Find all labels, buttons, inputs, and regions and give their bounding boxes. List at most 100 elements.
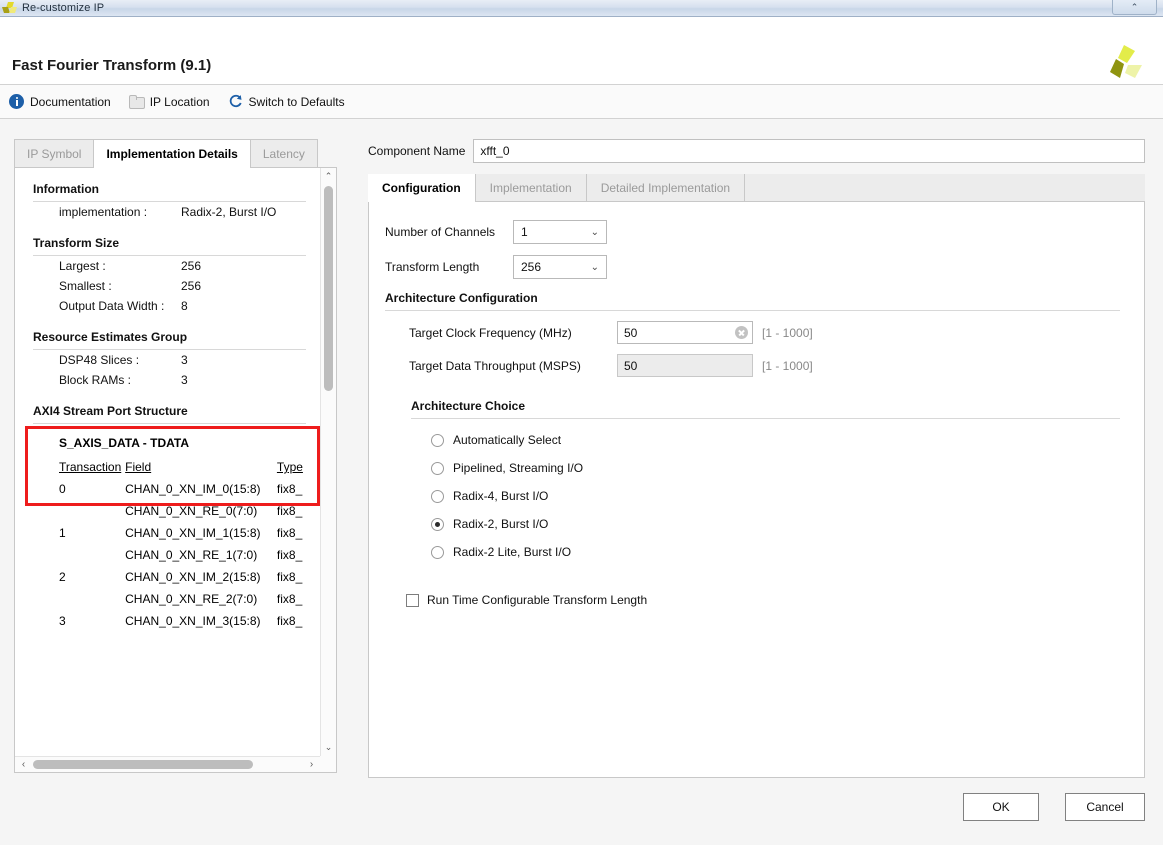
ip-location-button[interactable]: IP Location	[128, 94, 210, 109]
left-panel-body: Information implementation : Radix-2, Bu…	[14, 168, 337, 773]
radio-radix-4-burst-io[interactable]: Radix-4, Burst I/O	[431, 489, 1122, 503]
target-clock-frequency-row: Target Clock Frequency (MHz) 50 [1 - 100…	[385, 321, 1122, 344]
implementation-details-content: Information implementation : Radix-2, Bu…	[15, 168, 320, 632]
scroll-up-arrow-icon[interactable]: ⌃	[321, 169, 336, 184]
switch-to-defaults-label: Switch to Defaults	[248, 94, 345, 109]
architecture-choice-heading: Architecture Choice	[411, 399, 1120, 419]
table-row: CHAN_0_XN_RE_0(7:0) fix8_	[59, 500, 320, 522]
chevron-down-icon: ⌄	[590, 226, 599, 238]
component-name-input[interactable]: xfft_0	[473, 139, 1145, 163]
cell-field: CHAN_0_XN_RE_2(7:0)	[125, 592, 258, 606]
cancel-button[interactable]: Cancel	[1065, 793, 1145, 821]
radio-label: Radix-2 Lite, Burst I/O	[453, 545, 572, 559]
target-clock-frequency-input[interactable]: 50	[617, 321, 753, 344]
tab-implementation[interactable]: Implementation	[475, 174, 587, 201]
cell-transaction: 3	[59, 614, 66, 628]
page-title: Fast Fourier Transform (9.1)	[12, 57, 212, 74]
resource-row-dsp48-slices: DSP48 Slices : 3	[33, 350, 320, 370]
tabstrip-filler	[316, 139, 338, 167]
documentation-button[interactable]: Documentation	[9, 94, 111, 109]
radio-radix-2-lite-burst-io[interactable]: Radix-2 Lite, Burst I/O	[431, 545, 1122, 559]
run-time-configurable-row[interactable]: Run Time Configurable Transform Length	[385, 593, 1122, 607]
target-data-throughput-input: 50	[617, 354, 753, 377]
window-titlebar: Re-customize IP ⌃	[0, 0, 1163, 17]
info-icon	[9, 94, 24, 109]
left-panel: IP Symbol Implementation Details Latency…	[14, 139, 338, 773]
chevron-down-icon: ⌄	[590, 261, 599, 273]
window-title: Re-customize IP	[22, 2, 105, 14]
target-data-throughput-row: Target Data Throughput (MSPS) 50 [1 - 10…	[385, 354, 1122, 377]
ok-button[interactable]: OK	[963, 793, 1039, 821]
info-key: implementation :	[59, 205, 148, 219]
tab-latency[interactable]: Latency	[249, 139, 318, 167]
column-transaction: Transaction	[59, 460, 122, 474]
scroll-left-arrow-icon[interactable]: ‹	[16, 757, 31, 772]
right-tabstrip-filler	[745, 174, 1145, 201]
dsp48-slices-value: 3	[181, 353, 188, 367]
tab-ip-symbol[interactable]: IP Symbol	[14, 139, 95, 167]
radio-automatically-select[interactable]: Automatically Select	[431, 433, 1122, 447]
table-header-row: Transaction Field Type	[59, 458, 320, 478]
axi4-port-structure-heading: AXI4 Stream Port Structure	[33, 404, 306, 424]
info-value: Radix-2, Burst I/O	[181, 205, 277, 219]
radio-label: Radix-4, Burst I/O	[453, 489, 549, 503]
target-clock-frequency-label: Target Clock Frequency (MHz)	[409, 325, 572, 340]
checkbox-icon[interactable]	[406, 593, 419, 607]
transform-length-select[interactable]: 256 ⌄	[513, 255, 607, 279]
cell-transaction: 2	[59, 570, 66, 584]
cell-field: CHAN_0_XN_IM_1(15:8)	[125, 526, 261, 540]
cell-type: fix8_	[276, 592, 303, 606]
scrollbar-corner	[320, 756, 336, 772]
cell-field: CHAN_0_XN_IM_2(15:8)	[125, 570, 261, 584]
switch-to-defaults-button[interactable]: Switch to Defaults	[228, 94, 345, 109]
column-field: Field	[125, 460, 152, 474]
radio-radix-2-burst-io[interactable]: Radix-2, Burst I/O	[431, 517, 1122, 531]
number-of-channels-select[interactable]: 1 ⌄	[513, 220, 607, 244]
left-panel-horizontal-scrollbar[interactable]: ‹ ›	[15, 756, 320, 772]
information-heading: Information	[33, 182, 306, 202]
horizontal-scroll-thumb[interactable]	[33, 760, 253, 769]
cell-field: CHAN_0_XN_IM_3(15:8)	[125, 614, 261, 628]
table-row: CHAN_0_XN_RE_2(7:0) fix8_	[59, 588, 320, 610]
tab-configuration[interactable]: Configuration	[368, 174, 476, 202]
radio-pipelined-streaming-io[interactable]: Pipelined, Streaming I/O	[431, 461, 1122, 475]
clear-icon[interactable]	[735, 326, 748, 339]
documentation-label: Documentation	[30, 94, 111, 109]
tab-detailed-implementation[interactable]: Detailed Implementation	[586, 174, 746, 201]
cell-transaction	[59, 588, 125, 610]
component-name-row: Component Name xfft_0	[368, 139, 1145, 163]
table-row: CHAN_0_XN_RE_1(7:0) fix8_	[59, 544, 320, 566]
target-clock-frequency-range: [1 - 1000]	[762, 325, 813, 340]
cell-type: fix8_	[276, 504, 303, 518]
table-row: 2 CHAN_0_XN_IM_2(15:8) fix8_	[59, 566, 320, 588]
left-panel-scrollarea: Information implementation : Radix-2, Bu…	[15, 168, 320, 756]
block-rams-key: Block RAMs :	[59, 373, 132, 387]
target-data-throughput-label: Target Data Throughput (MSPS)	[409, 358, 581, 373]
radio-icon	[431, 461, 444, 475]
radio-icon	[431, 545, 444, 559]
left-panel-vertical-scrollbar[interactable]: ⌃ ⌄	[320, 168, 336, 756]
xilinx-logo-icon	[1110, 45, 1142, 78]
resource-estimates-heading: Resource Estimates Group	[33, 330, 306, 350]
scroll-right-arrow-icon[interactable]: ›	[304, 757, 319, 772]
table-row: 0 CHAN_0_XN_IM_0(15:8) fix8_	[59, 478, 320, 500]
dsp48-slices-key: DSP48 Slices :	[59, 353, 140, 367]
dialog-footer: OK Cancel	[0, 779, 1163, 845]
scroll-down-arrow-icon[interactable]: ⌄	[321, 740, 336, 755]
run-time-configurable-label: Run Time Configurable Transform Length	[427, 593, 648, 607]
largest-key: Largest :	[59, 259, 106, 273]
radio-label: Pipelined, Streaming I/O	[453, 461, 584, 475]
transform-size-row-largest: Largest : 256	[33, 256, 320, 276]
largest-value: 256	[181, 259, 202, 273]
right-panel: Component Name xfft_0 Configuration Impl…	[368, 139, 1145, 778]
transform-length-row: Transform Length 256 ⌄	[385, 255, 1122, 279]
tab-implementation-details[interactable]: Implementation Details	[93, 139, 251, 168]
cell-transaction	[59, 544, 125, 566]
window-collapse-button[interactable]: ⌃	[1112, 0, 1157, 15]
cell-field: CHAN_0_XN_RE_1(7:0)	[125, 548, 258, 562]
vertical-scroll-thumb[interactable]	[324, 186, 333, 391]
architecture-choice-radio-group: Automatically Select Pipelined, Streamin…	[385, 433, 1122, 559]
cell-type: fix8_	[276, 526, 303, 540]
dialog-header: Fast Fourier Transform (9.1)	[0, 17, 1163, 85]
component-name-label: Component Name	[368, 144, 466, 158]
